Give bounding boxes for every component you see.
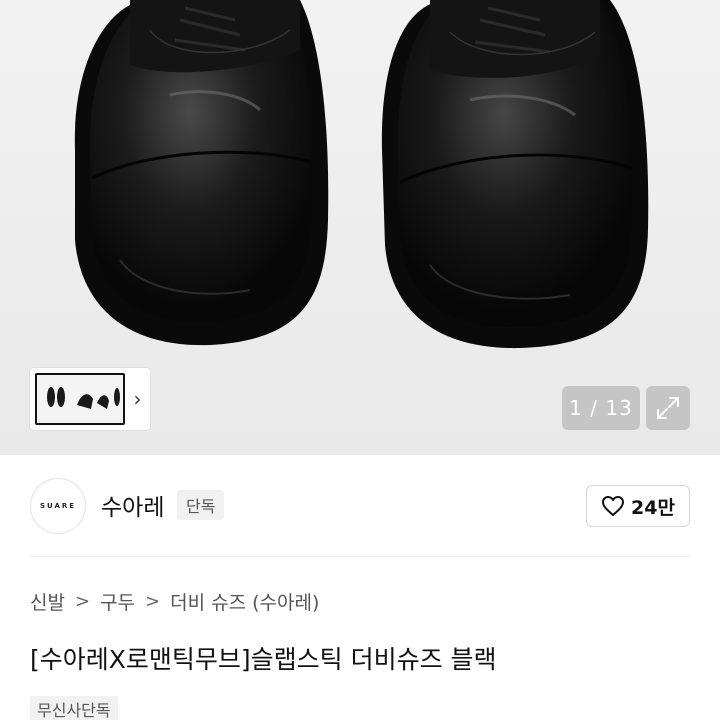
store-exclusive-badge: 무신사단독 bbox=[30, 696, 118, 720]
like-button[interactable]: 24만 bbox=[586, 485, 690, 527]
expand-icon bbox=[657, 397, 679, 419]
breadcrumb-item-subcategory[interactable]: 구두 bbox=[100, 588, 135, 615]
thumbnail-strip[interactable]: › bbox=[30, 368, 150, 430]
breadcrumb: 신발 > 구두 > 더비 슈즈 (수아레) bbox=[30, 588, 319, 615]
image-counter: 1 / 13 bbox=[562, 386, 640, 430]
heart-outline-icon bbox=[602, 496, 625, 516]
product-title: [수아레X로맨틱무브]슬랩스틱 더비슈즈 블랙 bbox=[30, 645, 497, 674]
thumbnail-shoes-graphic bbox=[47, 387, 120, 409]
brand-name[interactable]: 수아레 bbox=[101, 488, 164, 522]
expand-button[interactable] bbox=[646, 386, 690, 430]
brand-logo[interactable]: SUARE bbox=[30, 478, 86, 534]
thumbnail-next-icon[interactable]: › bbox=[125, 387, 150, 411]
brand-row: SUARE 수아레 단독 24만 bbox=[0, 455, 720, 555]
exclusive-badge: 단독 bbox=[177, 490, 225, 520]
breadcrumb-item-current[interactable]: 더비 슈즈 (수아레) bbox=[170, 588, 319, 615]
breadcrumb-item-category[interactable]: 신발 bbox=[30, 588, 65, 615]
brand-logo-text: SUARE bbox=[39, 502, 77, 510]
divider bbox=[30, 556, 690, 557]
breadcrumb-separator-icon: > bbox=[74, 591, 91, 612]
product-image-gallery[interactable]: › 1 / 13 bbox=[0, 0, 720, 455]
like-count: 24만 bbox=[631, 496, 675, 519]
thumbnail-image[interactable] bbox=[35, 373, 125, 425]
breadcrumb-separator-icon: > bbox=[145, 591, 161, 612]
